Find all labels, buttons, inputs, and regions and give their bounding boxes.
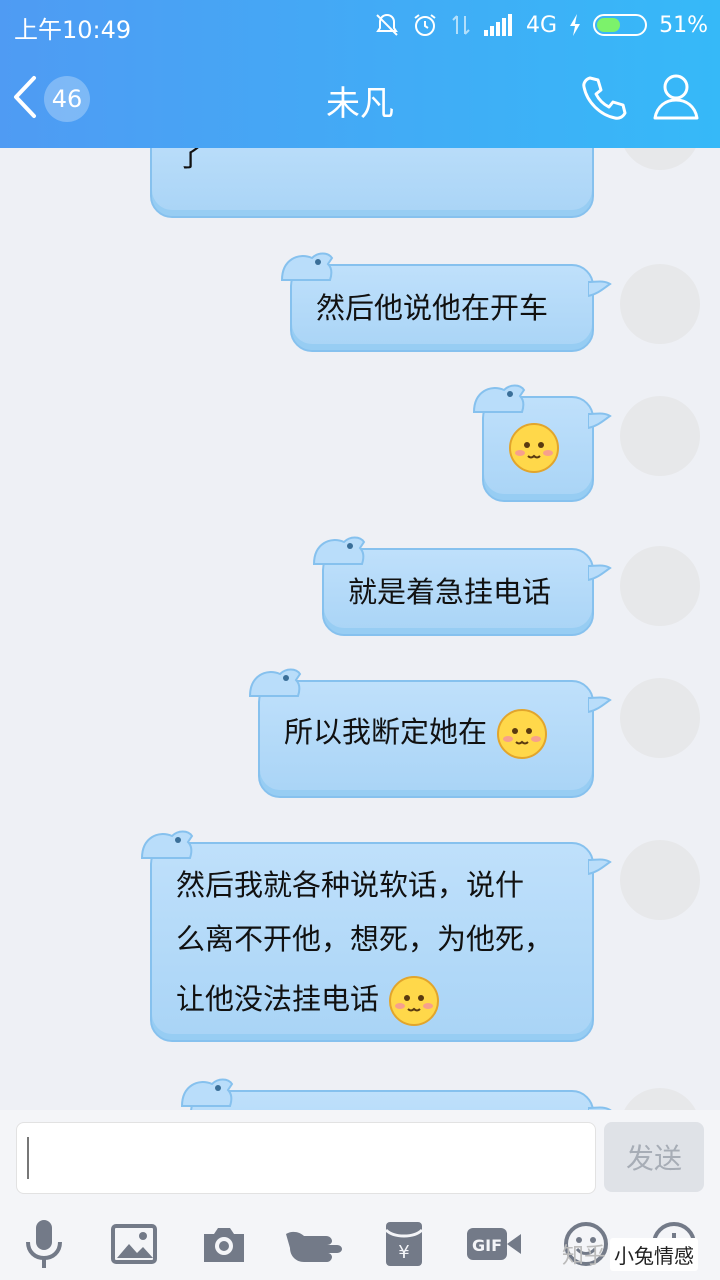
status-time: 上午10:49 [14, 16, 132, 44]
cute-face-emoji-icon [497, 709, 548, 759]
bubble-ear-decoration [312, 536, 366, 565]
mute-notification-icon [374, 12, 400, 38]
avatar[interactable] [620, 678, 700, 758]
message-bubble[interactable] [180, 1078, 612, 1110]
signal-icon [484, 14, 514, 36]
zhihu-watermark: 知乎 [562, 1244, 607, 1269]
bubble-ear-decoration [248, 668, 302, 697]
message-bubble[interactable]: 然后他说他在开车 [280, 252, 612, 352]
profile-icon[interactable] [650, 70, 702, 126]
message-bubble[interactable]: 了 [150, 148, 594, 218]
camera-icon[interactable] [194, 1214, 254, 1274]
message-text: 然后我就各种说软话，说什 [176, 868, 525, 902]
alarm-icon [412, 12, 438, 38]
cute-face-emoji-icon [509, 423, 559, 473]
phone-call-icon[interactable] [578, 72, 630, 128]
message-bubble[interactable]: 所以我断定她在 [248, 668, 612, 798]
poke-icon[interactable] [284, 1214, 344, 1274]
avatar[interactable] [620, 148, 700, 170]
data-transfer-icon [450, 12, 472, 38]
top-bar: 上午10:49 4G 51% 46 未凡 [0, 0, 720, 148]
bubble-tail [588, 280, 612, 298]
battery-level [597, 18, 621, 32]
svg-text:¥: ¥ [398, 1242, 409, 1263]
red-packet-icon[interactable]: ¥ [374, 1214, 434, 1274]
avatar[interactable] [620, 264, 700, 344]
bubble-ear-decoration [180, 1078, 234, 1107]
bubble-ear-decoration [280, 252, 334, 281]
battery-icon [593, 14, 648, 36]
bubble-tail [588, 858, 612, 876]
gif-label: GIF [472, 1236, 502, 1255]
status-icons: 4G 51% [374, 8, 708, 42]
microphone-icon[interactable] [14, 1214, 74, 1274]
bubble-ear-decoration [140, 830, 194, 859]
message-input[interactable] [16, 1122, 596, 1194]
bubble-ear-decoration [472, 384, 526, 413]
charging-icon [569, 14, 581, 36]
cute-face-emoji-icon [389, 976, 440, 1026]
status-bar: 上午10:49 4G 51% [0, 0, 720, 50]
chat-area[interactable]: 了 然后他说他在开车 就是着急挂电话 所以我断定她在 然后我就各种说软话，说什 … [0, 148, 720, 1110]
message-text: 让他没法挂电话 [176, 982, 380, 1016]
message-text: 所以我断定她在 [284, 715, 488, 749]
bubble-tail [588, 564, 612, 582]
message-bubble[interactable] [472, 384, 612, 502]
chat-header: 46 未凡 [0, 50, 720, 148]
send-button[interactable]: 发送 [604, 1122, 704, 1192]
network-type: 4G [526, 12, 558, 38]
avatar[interactable] [620, 840, 700, 920]
avatar[interactable] [620, 396, 700, 476]
gif-icon[interactable]: GIF [464, 1214, 524, 1274]
message-text: 了 [176, 148, 206, 173]
message-text: 就是着急挂电话 [348, 575, 552, 609]
message-bubble[interactable]: 然后我就各种说软话，说什 么离不开他，想死，为他死， 让他没法挂电话 [140, 830, 612, 1042]
message-text: 然后他说他在开车 [316, 291, 549, 325]
message-line: 让他没法挂电话 [176, 972, 568, 1027]
avatar[interactable] [620, 1088, 700, 1110]
battery-percent: 51% [659, 12, 708, 38]
message-text: 么离不开他，想死，为他死， [176, 922, 554, 956]
bubble-tail [588, 696, 612, 714]
brand-watermark: 小兔情感 [610, 1237, 699, 1271]
bubble-tail [588, 412, 612, 430]
message-line: 所以我断定她在 [284, 704, 568, 760]
image-icon[interactable] [104, 1214, 164, 1274]
message-bubble[interactable]: 就是着急挂电话 [312, 536, 612, 636]
watermark: 知乎 小兔情感 [562, 1228, 720, 1280]
avatar[interactable] [620, 546, 700, 626]
text-caret [27, 1137, 29, 1179]
